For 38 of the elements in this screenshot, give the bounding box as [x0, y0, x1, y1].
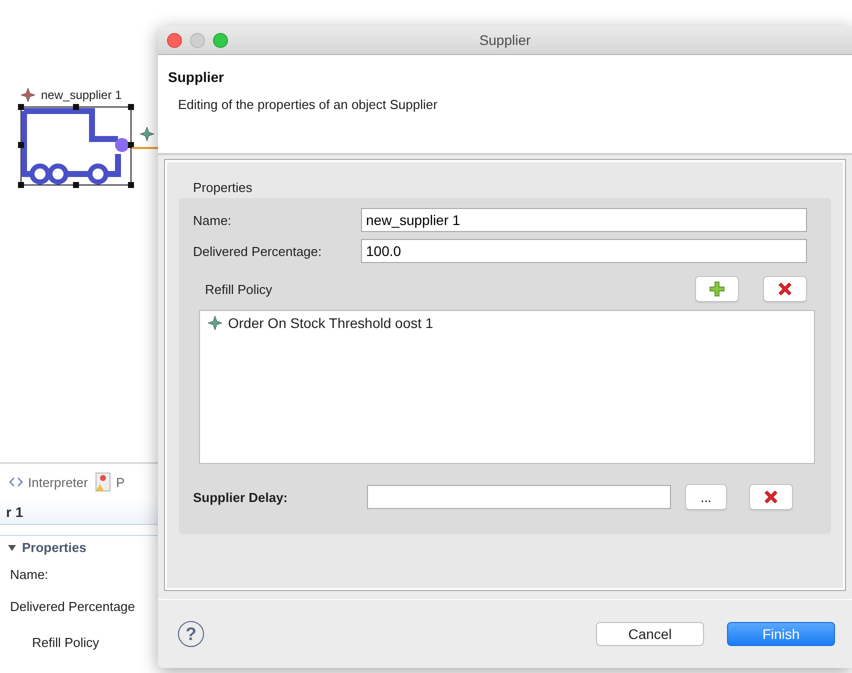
dialog-description: Editing of the properties of an object Supplier — [178, 97, 438, 112]
view-tab[interactable]: Interpreter — [8, 474, 88, 490]
code-icon — [8, 476, 24, 488]
view-tab[interactable]: P — [94, 472, 125, 492]
expand-icon[interactable] — [8, 544, 16, 550]
help-button[interactable]: ? — [178, 621, 204, 647]
browse-button[interactable]: ... — [685, 484, 727, 510]
delete-icon — [777, 281, 793, 297]
dialog-title: Supplier — [168, 69, 226, 85]
text-field[interactable]: new_supplier 1 — [361, 208, 807, 232]
delete-icon — [763, 489, 779, 505]
section-title: Properties — [22, 540, 86, 555]
field-label: Name: — [9, 566, 50, 584]
text-field[interactable]: 100.0 — [361, 239, 807, 263]
connector-line — [132, 147, 158, 149]
policy-icon — [208, 316, 222, 330]
add-button[interactable] — [695, 276, 739, 302]
node-label: new_supplier 1 — [41, 88, 122, 102]
field-label: Name: — [193, 212, 232, 228]
field-label: Delivered Percentage — [9, 598, 136, 616]
element-marker-icon — [21, 88, 35, 102]
remove-button[interactable] — [763, 276, 807, 302]
cancel-button[interactable]: Cancel — [596, 622, 704, 646]
field-label: Delivered Percentage: — [193, 244, 323, 258]
supplier-delay-field[interactable] — [367, 485, 671, 509]
list-item[interactable]: Order On Stock Threshold oost 1 — [228, 315, 434, 331]
close-button[interactable] — [167, 32, 182, 48]
connector-marker-icon — [140, 127, 154, 141]
selected-truck-drawing[interactable] — [18, 104, 134, 188]
refill-policy-label: Refill Policy — [205, 282, 272, 296]
add-icon — [709, 281, 725, 297]
group-label: Properties — [192, 179, 254, 197]
supplier-delay-label: Supplier Delay: — [193, 490, 289, 504]
zoom-button[interactable] — [213, 32, 228, 48]
problem-icon — [94, 472, 112, 492]
window-title: Supplier — [478, 32, 532, 48]
clear-button[interactable] — [749, 484, 793, 510]
field-label: Refill Policy — [31, 634, 100, 652]
